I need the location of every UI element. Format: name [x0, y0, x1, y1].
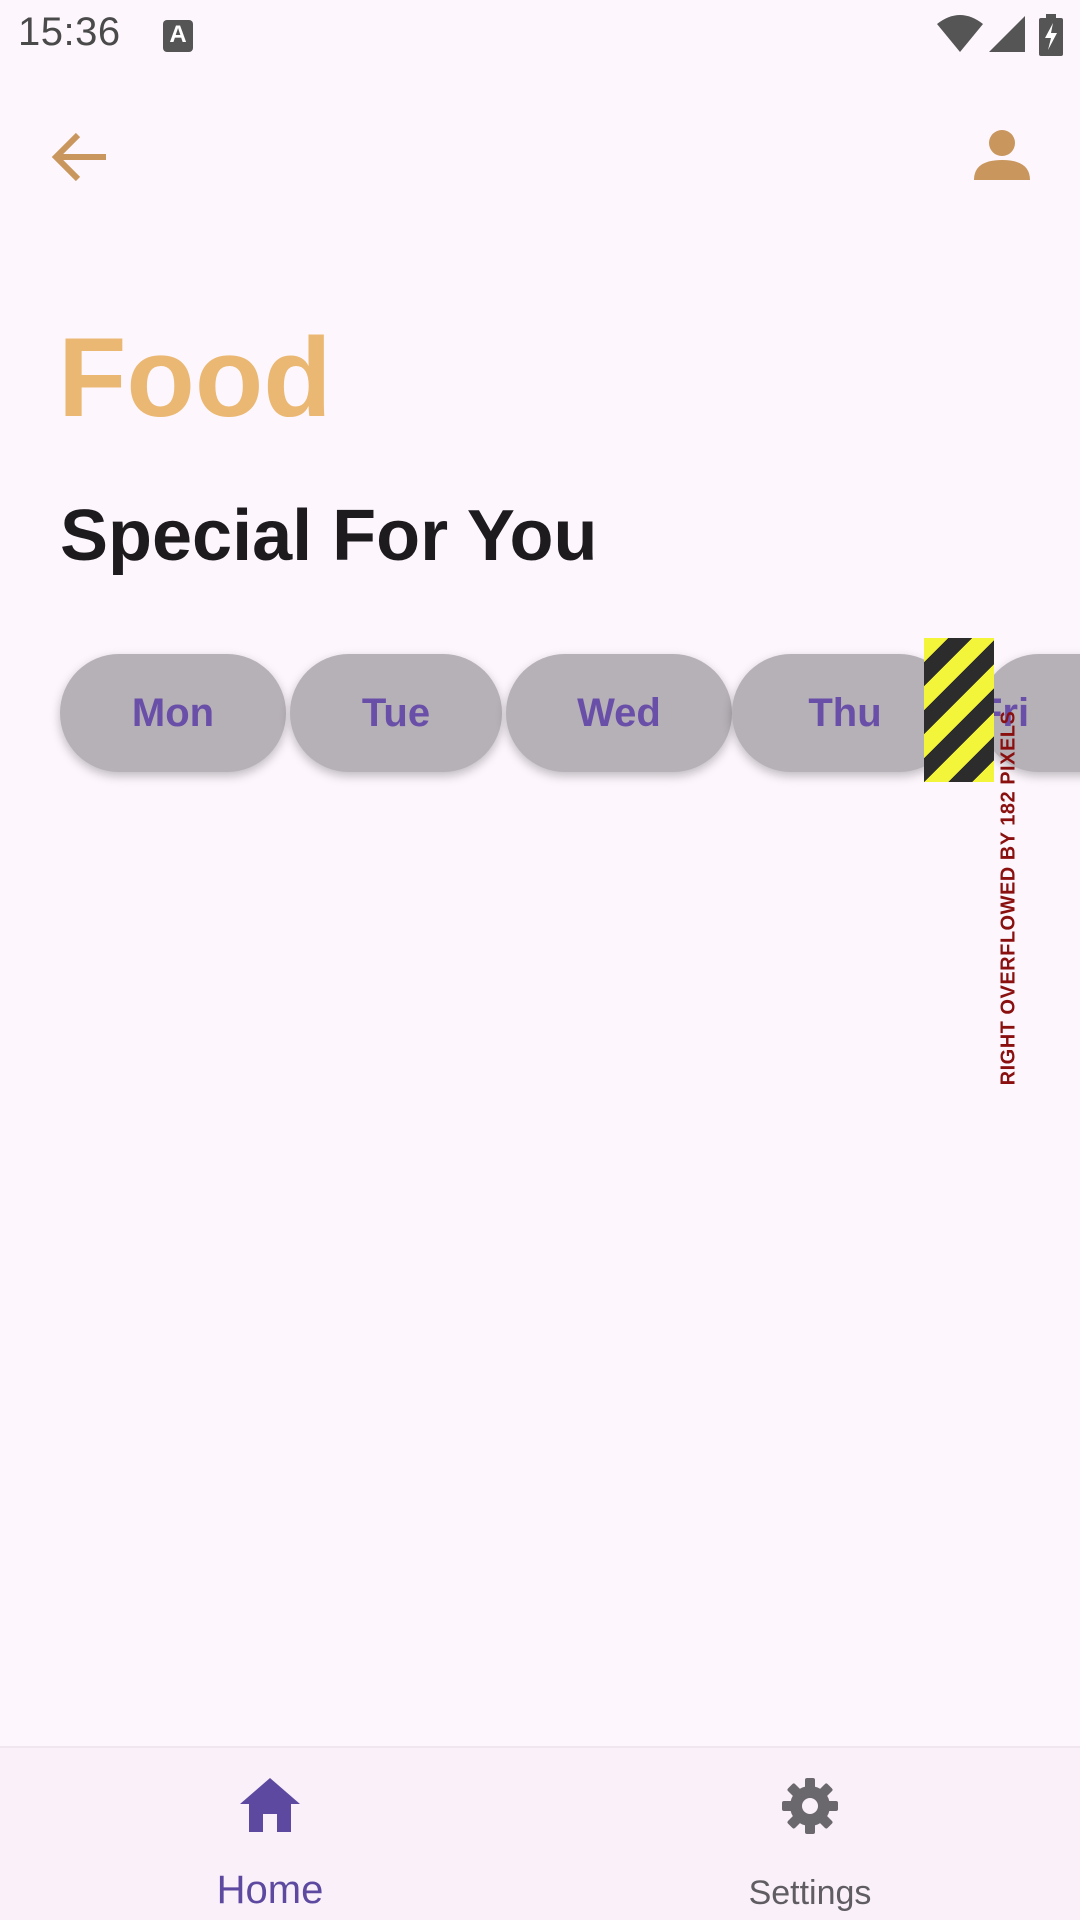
battery-charging-icon — [1039, 14, 1063, 56]
nav-label-home: Home — [216, 1868, 324, 1912]
wifi-icon — [937, 15, 983, 52]
day-chip-wed[interactable]: Wed — [506, 654, 732, 772]
signal-icon — [989, 16, 1025, 52]
nav-item-settings[interactable]: Settings — [540, 1748, 1080, 1920]
person-icon — [974, 130, 1030, 180]
day-chip-mon[interactable]: Mon — [60, 654, 286, 772]
home-icon — [240, 1778, 300, 1832]
nav-label-settings: Settings — [748, 1874, 872, 1912]
bottom-navigation: Home Settings — [0, 1746, 1080, 1920]
status-time: 15:36 — [18, 10, 121, 54]
overflow-warning-text: RIGHT OVERFLOWED BY 182 PIXELS — [997, 710, 1020, 1086]
screen: 15:36 A Food Special For You Mon Tue Wed… — [0, 0, 1080, 1920]
page-title: Food — [58, 315, 332, 440]
gear-icon — [782, 1778, 838, 1834]
nav-item-home[interactable]: Home — [0, 1748, 540, 1920]
profile-button[interactable] — [970, 124, 1034, 188]
section-title: Special For You — [60, 496, 598, 576]
arrow-back-icon — [51, 132, 106, 182]
status-bar: 15:36 A — [0, 0, 1080, 74]
back-button[interactable] — [48, 125, 112, 189]
day-chip-tue[interactable]: Tue — [290, 654, 502, 772]
overflow-warning-stripes — [924, 638, 994, 782]
day-chip-fri[interactable]: Fri — [978, 654, 1080, 772]
a-icon: A — [163, 20, 193, 52]
status-icons — [937, 14, 1063, 56]
